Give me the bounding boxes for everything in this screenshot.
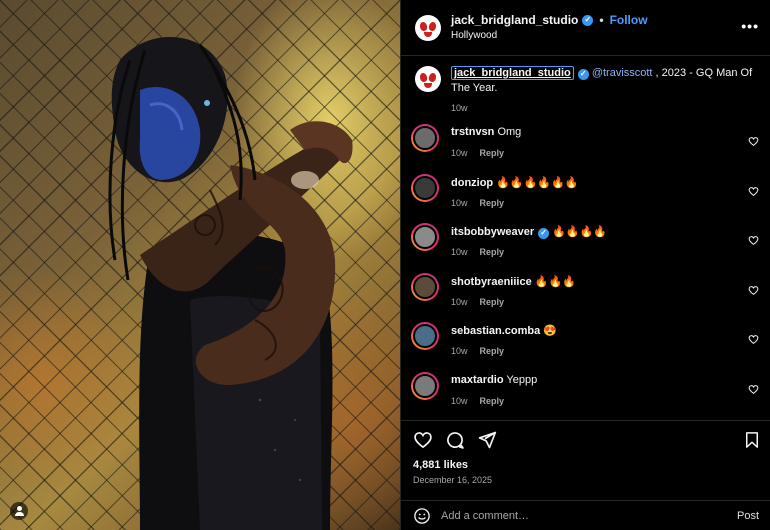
reply-button[interactable]: Reply bbox=[480, 297, 505, 307]
reply-button[interactable]: Reply bbox=[480, 396, 505, 406]
commenter-avatar-image bbox=[413, 126, 437, 150]
commenter-avatar-image bbox=[413, 274, 437, 299]
commenter-avatar-image bbox=[413, 373, 437, 398]
comment-composer: Post bbox=[401, 500, 770, 530]
comment-text: Yeppp bbox=[503, 373, 538, 386]
comment-row: shotbyraeniiice 🔥🔥🔥 10w Reply bbox=[411, 272, 761, 317]
comment-row: itsbobbyweaver ✓ 🔥🔥🔥🔥 10w Reply bbox=[411, 223, 761, 267]
commenter-avatar[interactable] bbox=[411, 371, 439, 400]
share-send-icon[interactable] bbox=[477, 430, 497, 450]
commenter-username[interactable]: donziop bbox=[451, 177, 493, 189]
commenter-username[interactable]: itsbobbyweaver bbox=[451, 226, 534, 238]
likes-count[interactable]: 4,881 likes bbox=[413, 459, 468, 471]
commenter-avatar-image bbox=[413, 324, 437, 348]
comment-text: 🔥🔥🔥🔥🔥🔥 bbox=[493, 176, 579, 189]
commenter-avatar[interactable] bbox=[411, 272, 439, 301]
verified-badge-icon: ✓ bbox=[582, 14, 594, 26]
comment-time: 10w bbox=[451, 247, 468, 257]
comment-row: sebastian.comba 😍 10w Reply bbox=[411, 322, 761, 366]
comment-text: 🔥🔥🔥🔥 bbox=[549, 226, 607, 238]
post-caption: jack_bridgland_studio ✓ @travisscott , 20… bbox=[415, 66, 755, 114]
reply-button[interactable]: Reply bbox=[480, 247, 505, 257]
comment-like-heart-icon[interactable] bbox=[748, 233, 759, 251]
comment-row: donziop 🔥🔥🔥🔥🔥🔥 10w Reply bbox=[411, 173, 761, 218]
comment-input[interactable] bbox=[441, 509, 737, 522]
comment-text: Omg bbox=[494, 126, 522, 138]
reply-button[interactable]: Reply bbox=[480, 148, 505, 158]
comment-time: 10w bbox=[451, 197, 468, 208]
post-location[interactable]: Hollywood bbox=[451, 30, 648, 42]
comment-like-heart-icon[interactable] bbox=[748, 134, 759, 152]
comment-time: 10w bbox=[451, 148, 468, 158]
author-username[interactable]: jack_bridgland_studio bbox=[451, 13, 578, 27]
verified-badge-icon: ✓ bbox=[538, 227, 550, 239]
emoji-picker-icon[interactable] bbox=[413, 507, 431, 525]
commenter-avatar[interactable] bbox=[411, 124, 439, 152]
comment-time: 10w bbox=[451, 296, 468, 307]
commenter-username[interactable]: trstnvsn bbox=[451, 126, 494, 138]
post-photo[interactable] bbox=[0, 0, 400, 530]
author-avatar[interactable] bbox=[415, 14, 441, 41]
comment-time: 10w bbox=[451, 346, 468, 356]
bookmark-save-icon[interactable] bbox=[743, 430, 761, 450]
post-actions: 4,881 likes December 16, 2025 bbox=[401, 420, 770, 500]
reply-button[interactable]: Reply bbox=[480, 198, 505, 208]
follow-button[interactable]: Follow bbox=[610, 13, 648, 27]
commenter-avatar-image bbox=[413, 175, 437, 200]
reply-button[interactable]: Reply bbox=[480, 346, 505, 356]
comment-text: 🔥🔥🔥 bbox=[531, 275, 576, 288]
comment-like-heart-icon[interactable] bbox=[748, 184, 759, 202]
comment-like-heart-icon[interactable] bbox=[748, 283, 759, 301]
caption-mention-link[interactable]: @travisscott bbox=[592, 67, 653, 79]
comments-feed[interactable]: jack_bridgland_studio ✓ @travisscott , 20… bbox=[401, 56, 770, 420]
caption-username[interactable]: jack_bridgland_studio bbox=[451, 66, 574, 80]
comment-bubble-icon[interactable] bbox=[445, 430, 465, 450]
caption-time: 10w bbox=[451, 102, 468, 113]
comment-text: 😍 bbox=[540, 325, 558, 337]
commenter-username[interactable]: maxtardio bbox=[451, 374, 504, 386]
comment-row: maxtardio Yeppp 10w Reply bbox=[411, 371, 761, 416]
caption-author-avatar[interactable] bbox=[415, 66, 441, 92]
post-date: December 16, 2025 bbox=[413, 475, 493, 485]
commenter-avatar[interactable] bbox=[411, 173, 439, 202]
post-header: jack_bridgland_studio ✓ • Follow Hollywo… bbox=[401, 0, 770, 56]
commenter-username[interactable]: shotbyraeniiice bbox=[451, 276, 532, 288]
commenter-username[interactable]: sebastian.comba bbox=[451, 325, 540, 337]
user-tag-icon[interactable] bbox=[10, 502, 28, 520]
separator-dot: • bbox=[599, 13, 604, 28]
comment-time: 10w bbox=[451, 395, 468, 406]
portrait-figure bbox=[108, 37, 353, 530]
commenter-avatar[interactable] bbox=[411, 223, 439, 251]
comment-like-heart-icon[interactable] bbox=[748, 382, 759, 400]
comment-like-heart-icon[interactable] bbox=[748, 332, 759, 350]
commenter-avatar[interactable] bbox=[411, 322, 439, 350]
post-comment-button[interactable]: Post bbox=[737, 510, 759, 522]
comment-row: trstnvsn Omg 10w Reply bbox=[411, 124, 761, 168]
like-heart-icon[interactable] bbox=[413, 430, 433, 450]
commenter-avatar-image bbox=[413, 225, 437, 249]
post-panel: jack_bridgland_studio ✓ • Follow Hollywo… bbox=[400, 0, 770, 530]
more-options-icon[interactable]: ••• bbox=[741, 18, 759, 34]
verified-badge-icon: ✓ bbox=[577, 68, 589, 80]
